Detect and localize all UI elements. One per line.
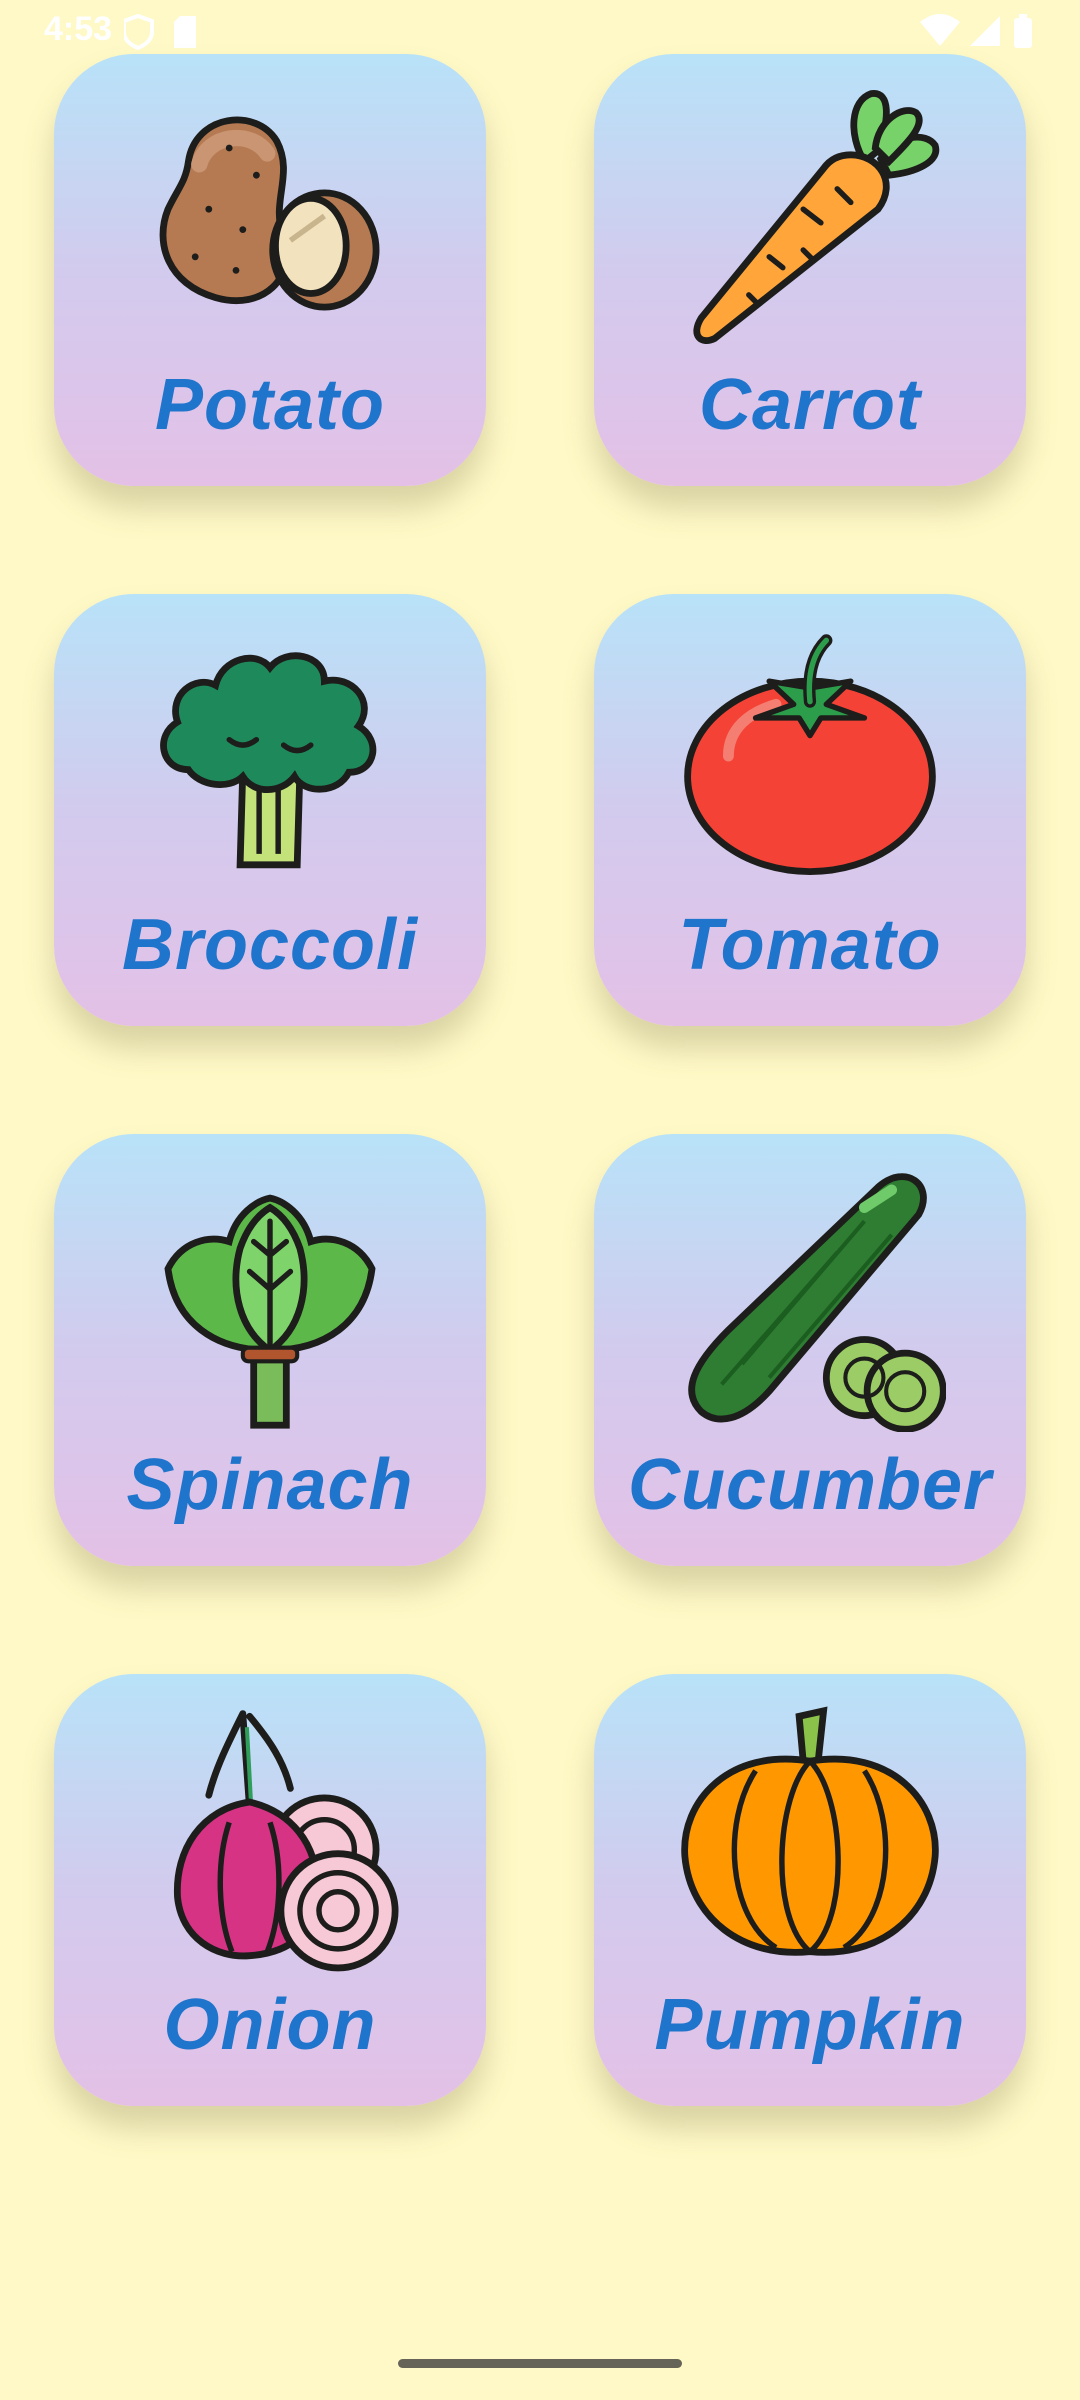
card-pumpkin[interactable]: Pumpkin (594, 1674, 1026, 2106)
card-label: Broccoli (121, 905, 419, 985)
card-label: Carrot (698, 365, 922, 445)
gesture-navigation-handle[interactable] (398, 2359, 682, 2368)
card-label: Spinach (126, 1445, 414, 1525)
card-label: Tomato (678, 905, 942, 985)
card-label: Potato (155, 365, 385, 445)
onion-icon (174, 1710, 399, 1972)
tomato-icon (684, 634, 936, 875)
card-label: Pumpkin (654, 1985, 966, 2065)
cucumber-icon (688, 1173, 946, 1432)
card-tomato[interactable]: Tomato (594, 594, 1026, 1026)
card-spinach[interactable]: Spinach (54, 1134, 486, 1566)
card-label: Onion (163, 1985, 377, 2065)
card-onion[interactable]: Onion (54, 1674, 486, 2106)
card-carrot[interactable]: Carrot (594, 54, 1026, 486)
card-potato[interactable]: Potato (54, 54, 486, 486)
broccoli-icon (160, 652, 377, 869)
pumpkin-icon (681, 1706, 939, 1956)
carrot-icon (693, 90, 940, 344)
card-broccoli[interactable]: Broccoli (54, 594, 486, 1026)
card-cucumber[interactable]: Cucumber (594, 1134, 1026, 1566)
spinach-icon (164, 1194, 376, 1429)
vegetable-grid: Potato Carrot Broccoli Tomato Spinach Cu… (0, 0, 1080, 2200)
potato-icon (159, 116, 380, 311)
card-label: Cucumber (627, 1445, 993, 1525)
